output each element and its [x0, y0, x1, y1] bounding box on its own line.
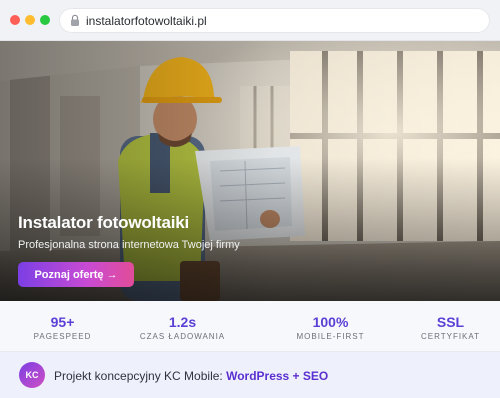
kc-logo-badge: KC	[19, 362, 45, 388]
close-window-button[interactable]	[10, 15, 20, 25]
url-text: instalatorfotowoltaiki.pl	[86, 14, 207, 28]
footer-highlight-link[interactable]: WordPress + SEO	[226, 369, 328, 383]
stat-value: 100%	[312, 314, 349, 330]
hero-title: Instalator fotowoltaiki	[18, 213, 190, 232]
hero-subtitle: Profesjonalna strona internetowa Twojej …	[18, 239, 240, 251]
stat-label: PAGESPEED	[33, 332, 92, 341]
stat-value: 95+	[50, 314, 75, 330]
minimize-window-button[interactable]	[25, 15, 35, 25]
stat-load-time: 1.2s CZAS ŁADOWANIA	[120, 301, 245, 352]
stat-mobile-first: 100% MOBILE-FIRST	[268, 301, 393, 352]
stat-pagespeed: 95+ PAGESPEED	[0, 301, 125, 352]
stat-label: MOBILE-FIRST	[296, 332, 365, 341]
maximize-window-button[interactable]	[40, 15, 50, 25]
footer-banner: KC Projekt koncepcyjny KC Mobile: WordPr…	[0, 352, 500, 398]
footer-text: Projekt koncepcyjny KC Mobile: WordPress…	[54, 369, 328, 383]
stat-ssl: SSL CERTYFIKAT	[388, 301, 500, 352]
offer-button[interactable]: Poznaj ofertę →	[18, 262, 134, 287]
browser-window: instalatorfotowoltaiki.pl Instalator fot…	[0, 0, 500, 398]
stat-value: SSL	[436, 314, 465, 330]
lock-icon	[71, 14, 79, 26]
hero-section: Instalator fotowoltaiki Profesjonalna st…	[0, 41, 500, 301]
stat-label: CZAS ŁADOWANIA	[139, 332, 226, 341]
stat-label: CERTYFIKAT	[420, 332, 481, 341]
footer-text-prefix: Projekt koncepcyjny KC Mobile:	[54, 369, 227, 383]
browser-toolbar: instalatorfotowoltaiki.pl	[0, 0, 500, 41]
stat-value: 1.2s	[168, 314, 197, 330]
stats-bar: 95+ PAGESPEED 1.2s CZAS ŁADOWANIA 100% M…	[0, 301, 500, 352]
address-bar[interactable]: instalatorfotowoltaiki.pl	[59, 8, 490, 33]
